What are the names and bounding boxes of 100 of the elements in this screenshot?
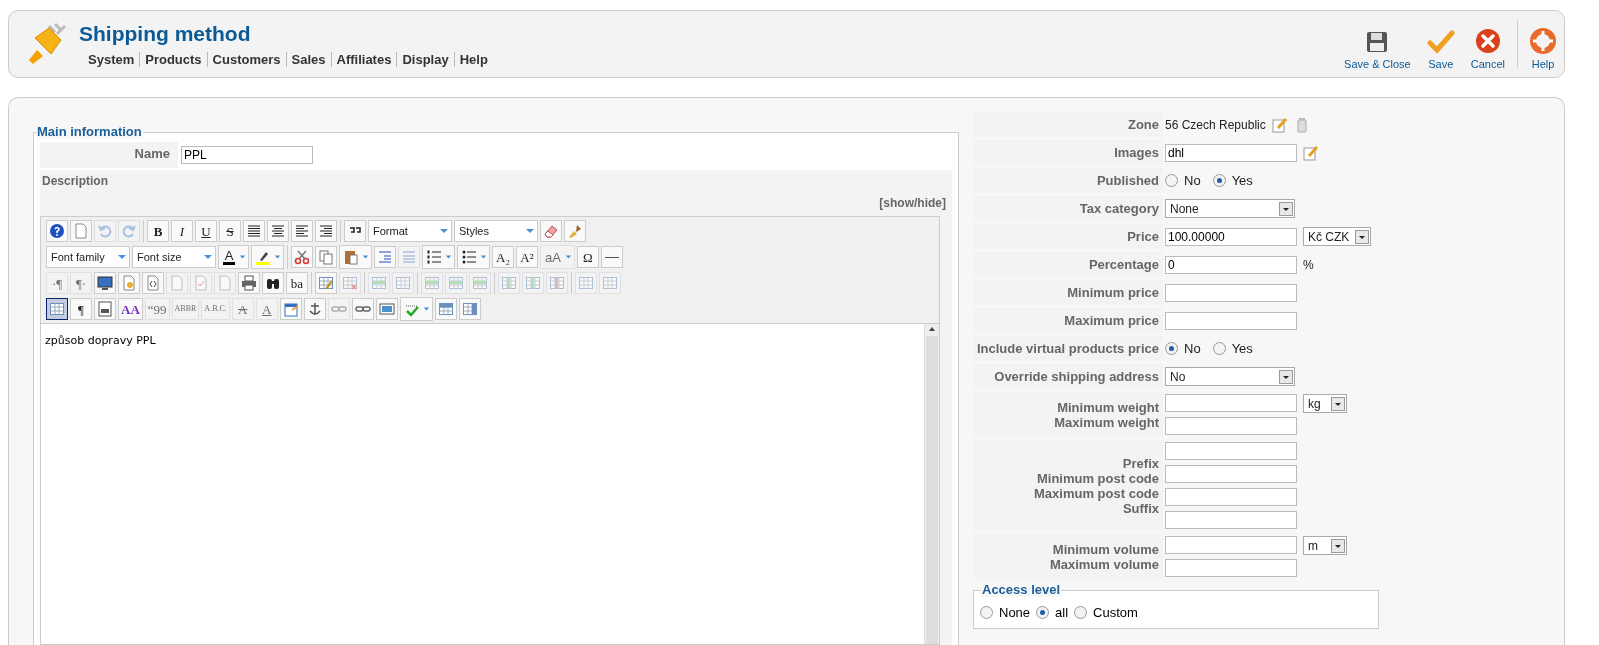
menu-item[interactable]: Customers [206, 51, 286, 67]
text-input[interactable] [1165, 465, 1297, 483]
dropdown-arrow-icon [203, 253, 213, 261]
text-input[interactable]: 0 [1165, 255, 1297, 274]
format-select[interactable]: Format [368, 220, 452, 242]
format-select[interactable]: Font size [132, 246, 216, 268]
toolbar-button[interactable]: Save & Close [1336, 30, 1419, 70]
page-break-icon [97, 301, 113, 317]
format-button[interactable]: A₂ [492, 246, 514, 268]
menu-item[interactable]: Display [396, 51, 454, 67]
edit-icon[interactable] [1271, 116, 1288, 133]
format-select[interactable]: Font family [46, 246, 130, 268]
currency-select[interactable]: Kč CZK [1303, 227, 1371, 246]
underline-button[interactable]: U [195, 220, 217, 242]
radio-button[interactable] [1074, 606, 1088, 619]
text-color-button[interactable]: A [218, 245, 249, 269]
field-label: Minimum weight [1057, 399, 1159, 415]
text-input[interactable] [1165, 536, 1297, 554]
brush-icon [567, 223, 583, 239]
menu-item[interactable]: Products [139, 51, 207, 67]
table-delete-icon [342, 275, 358, 291]
text-input[interactable]: 100.00000 [1165, 227, 1297, 246]
format-select[interactable]: Styles [454, 220, 538, 242]
split-button[interactable] [251, 245, 284, 269]
tool-button[interactable] [46, 298, 68, 320]
dropdown-arrow-icon [445, 253, 452, 261]
dropdown-arrow-icon [564, 253, 572, 261]
field-label: Tax category [1079, 201, 1159, 216]
field-label: Zone [1127, 117, 1159, 132]
row-delete-icon [472, 275, 488, 291]
split-button[interactable] [339, 245, 372, 269]
select-field[interactable]: No [1165, 367, 1295, 386]
table-row-icon [371, 275, 387, 291]
text-input[interactable] [1165, 394, 1297, 412]
strikethrough-button[interactable]: S [219, 220, 241, 242]
toolbar-button[interactable]: Help [1522, 28, 1564, 70]
radio-button[interactable] [1212, 174, 1226, 187]
split-button[interactable] [399, 297, 433, 321]
attributes-icon [282, 301, 299, 317]
text-input[interactable]: dhl [1165, 143, 1297, 162]
toolbar-button[interactable]: Cancel [1462, 28, 1513, 70]
outdent-icon [401, 249, 417, 265]
format-button[interactable]: ba [286, 272, 308, 294]
printer-icon [241, 275, 257, 291]
field-label: Percentage [1088, 257, 1159, 272]
text-input[interactable] [1165, 283, 1297, 302]
radio-button[interactable] [1212, 342, 1226, 355]
text-input[interactable] [1165, 417, 1297, 435]
split-button[interactable] [457, 245, 490, 269]
code-icon [145, 275, 161, 291]
menu-item[interactable]: System [83, 51, 140, 67]
document-icon [169, 275, 185, 291]
field-label: Minimum price [1067, 285, 1159, 300]
menu-item[interactable]: Help [453, 51, 493, 67]
bold-button[interactable]: B [147, 220, 169, 242]
lifebuoy-icon [1530, 28, 1556, 54]
radio-label: No [1184, 173, 1201, 188]
format-button[interactable]: Ω [576, 246, 599, 268]
text-input[interactable] [1165, 559, 1297, 577]
text-input[interactable] [1165, 488, 1297, 506]
scrollbar[interactable] [924, 324, 939, 644]
field-label: Images [1114, 145, 1159, 160]
text-input[interactable] [1165, 511, 1297, 529]
numbered-list-icon [426, 249, 442, 265]
radio-button[interactable] [1036, 606, 1050, 619]
text-input[interactable] [1165, 442, 1297, 460]
name-input[interactable]: PPL [181, 146, 313, 164]
format-button[interactable]: ¶ [70, 298, 92, 320]
document-icon [73, 223, 89, 239]
style-button[interactable]: AA [118, 298, 143, 320]
unit-select[interactable]: kg [1303, 394, 1347, 413]
menu-item[interactable]: Sales [285, 51, 331, 67]
eraser-icon [543, 223, 559, 239]
field-label: Name [40, 142, 178, 168]
fieldset-legend: Access level [981, 582, 1062, 597]
radio-label: No [1184, 341, 1201, 356]
field-label: Minimum volume [1052, 541, 1159, 557]
menu-item[interactable]: Affiliates [330, 51, 397, 67]
split-button[interactable] [422, 245, 455, 269]
dropdown-arrow-icon [239, 253, 246, 261]
radio-button[interactable] [1165, 174, 1178, 187]
clipboard-icon [343, 249, 359, 265]
layer-icon [437, 301, 454, 317]
italic-button[interactable]: I [171, 220, 193, 242]
field-label: Include virtual products price [976, 341, 1159, 356]
align-left-icon [294, 223, 310, 239]
edit-icon[interactable] [1303, 144, 1319, 161]
unit-select[interactable]: m [1303, 536, 1347, 555]
radio-label: Yes [1231, 341, 1253, 356]
text-input[interactable] [1165, 311, 1297, 330]
show-hide-link[interactable]: [show/hide] [879, 196, 946, 210]
format-button[interactable]: A² [516, 246, 538, 268]
align-center-icon [270, 223, 286, 239]
field-label: Maximum price [1064, 313, 1159, 328]
dropdown-arrow-icon [525, 227, 535, 235]
radio-button[interactable] [1165, 342, 1178, 355]
toolbar-button[interactable]: Save [1418, 30, 1463, 70]
select-field[interactable]: None [1165, 199, 1295, 218]
radio-button[interactable] [980, 606, 993, 619]
zone-value: 56 Czech Republic [1165, 117, 1266, 132]
